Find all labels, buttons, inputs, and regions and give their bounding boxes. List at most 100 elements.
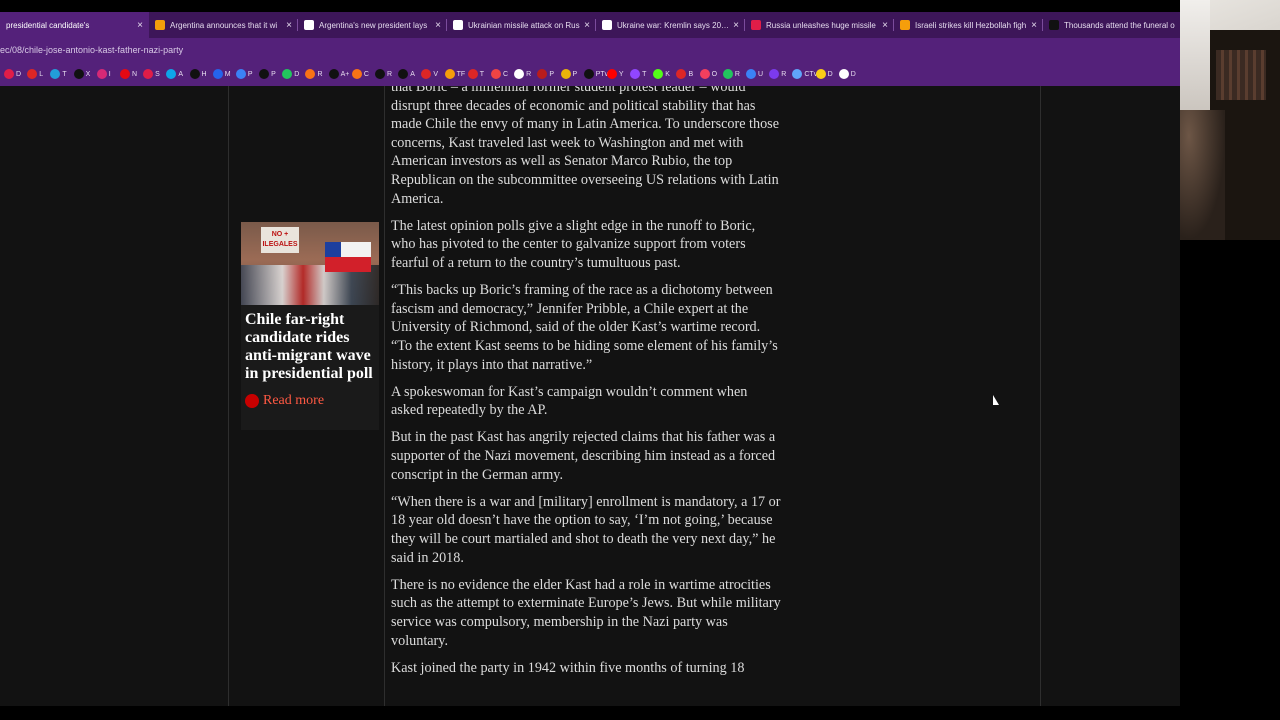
bookmark-label: O <box>711 70 718 78</box>
bookmark-item[interactable]: R <box>375 69 397 79</box>
browser-chrome: presidential candidate's × Argentina annou… <box>0 12 1231 86</box>
bookmark-favicon-icon <box>143 69 154 79</box>
read-more-link[interactable]: Read more <box>241 383 379 409</box>
tab-favicon-icon <box>602 20 612 30</box>
bookmark-item[interactable]: P <box>235 69 258 79</box>
bookmark-label: D <box>294 70 300 78</box>
browser-tab[interactable]: Israeli strikes kill Hezbollah figh × <box>894 12 1043 38</box>
tab-favicon-icon <box>900 20 910 30</box>
bookmark-item[interactable]: X <box>73 69 96 79</box>
bookmark-favicon-icon <box>189 69 200 79</box>
bookmark-item[interactable]: M <box>212 69 235 79</box>
left-column-rule <box>228 86 229 706</box>
bookmark-item[interactable]: R <box>722 69 745 79</box>
browser-tab[interactable]: presidential candidate's × <box>0 12 149 38</box>
article-paragraph: “When there is a war and [military] enro… <box>391 493 781 566</box>
bookmark-item[interactable]: D <box>4 69 26 79</box>
bookmark-favicon-icon <box>282 69 293 79</box>
bookmark-label: B <box>688 70 694 78</box>
bookmark-label: C <box>502 70 508 78</box>
bookmark-item[interactable]: CTv <box>792 69 817 79</box>
bookmark-favicon-icon <box>73 69 84 79</box>
bookmark-item[interactable]: D <box>838 69 861 79</box>
bookmark-label: R <box>734 70 740 78</box>
bookmark-favicon-icon <box>537 69 548 79</box>
bookmark-label: H <box>201 70 207 78</box>
bookmark-favicon-icon <box>328 69 339 79</box>
browser-tab[interactable]: Argentina announces that it wi × <box>149 12 298 38</box>
bookmark-favicon-icon <box>490 69 501 79</box>
bookmark-item[interactable]: D <box>282 69 304 79</box>
bookmark-item[interactable]: T <box>50 69 72 79</box>
bookmark-label: X <box>85 70 91 78</box>
bookmark-item[interactable]: C <box>351 69 374 79</box>
bookmark-item[interactable]: S <box>143 69 165 79</box>
bookmark-item[interactable]: A <box>398 69 420 79</box>
bookmark-item[interactable]: D <box>815 69 838 79</box>
bookmark-item[interactable]: T <box>467 69 490 79</box>
bookmark-favicon-icon <box>96 69 107 79</box>
bookmark-item[interactable]: L <box>27 69 49 79</box>
related-article-card[interactable]: NO + ILEGALES Chile far-right candidate … <box>241 222 379 430</box>
tab-close-icon[interactable]: × <box>882 20 888 31</box>
tab-close-icon[interactable]: × <box>435 20 441 31</box>
tab-close-icon[interactable]: × <box>286 20 292 31</box>
bookmark-item[interactable]: O <box>699 69 722 79</box>
bookmark-item[interactable]: Y <box>606 69 629 79</box>
bookmark-item[interactable]: U <box>746 69 768 79</box>
bookmark-item[interactable]: I <box>96 69 119 79</box>
bookmark-favicon-icon <box>815 69 826 79</box>
bookmark-item[interactable]: R <box>769 69 791 79</box>
browser-tab[interactable]: Argentina's new president lays × <box>298 12 447 38</box>
related-article-image[interactable]: NO + ILEGALES <box>241 222 379 305</box>
bookmark-item[interactable]: R <box>514 69 536 79</box>
bookmark-item[interactable]: C <box>490 69 513 79</box>
address-bar[interactable]: ec/08/chile-jose-antonio-kast-father-naz… <box>0 38 1180 62</box>
tab-title: Argentina's new president lays <box>319 20 428 30</box>
bookmark-label: U <box>758 70 764 78</box>
related-article-headline[interactable]: Chile far-right candidate rides anti-mig… <box>241 305 379 383</box>
bookmark-favicon-icon <box>4 69 14 79</box>
article-paragraph: There is no evidence the elder Kast had … <box>391 576 781 649</box>
bookmark-favicon-icon <box>375 69 385 79</box>
webcam-overlay <box>1180 0 1280 240</box>
bookmark-label: A+ <box>340 70 350 78</box>
tab-close-icon[interactable]: × <box>733 20 739 31</box>
bookmark-favicon-icon <box>119 69 130 79</box>
bookmark-label: A <box>410 70 415 78</box>
tab-title: presidential candidate's <box>6 20 90 30</box>
bookmark-item[interactable]: P <box>560 69 583 79</box>
tab-close-icon[interactable]: × <box>584 20 590 31</box>
bookmark-label: D <box>16 70 22 78</box>
bookmark-item[interactable]: R <box>305 69 327 79</box>
tab-close-icon[interactable]: × <box>1031 20 1037 31</box>
tab-close-icon[interactable]: × <box>137 20 143 31</box>
bookmark-favicon-icon <box>235 69 246 79</box>
bookmark-item[interactable]: N <box>119 69 142 79</box>
bookmark-item[interactable]: B <box>676 69 698 79</box>
bookmark-label: T <box>479 70 485 78</box>
bookmark-favicon-icon <box>630 69 641 79</box>
bookmark-item[interactable]: A+ <box>328 69 351 79</box>
browser-tab[interactable]: Russia unleashes huge missile × <box>745 12 894 38</box>
article-paragraph: A spokeswoman for Kast’s campaign wouldn… <box>391 383 748 419</box>
bookmark-label: N <box>131 70 137 78</box>
article-paragraph: But in the past Kast has angrily rejecte… <box>391 429 776 483</box>
browser-tab[interactable]: Thousands attend the funeral o× <box>1043 12 1192 38</box>
bookmark-item[interactable]: P <box>259 69 281 79</box>
bookmark-item[interactable]: A <box>166 69 188 79</box>
bookmark-item[interactable]: TF <box>444 69 467 79</box>
bookmark-label: R <box>317 70 323 78</box>
bookmark-item[interactable]: PTv <box>583 69 608 79</box>
bookmark-label: R <box>781 70 787 78</box>
bookmark-favicon-icon <box>166 69 177 79</box>
browser-tab[interactable]: Ukrainian missile attack on Rus × <box>447 12 596 38</box>
bookmark-favicon-icon <box>676 69 687 79</box>
tab-title: Ukraine war: Kremlin says 20 de <box>617 20 730 30</box>
bookmark-item[interactable]: H <box>189 69 212 79</box>
bookmark-item[interactable]: K <box>653 69 675 79</box>
bookmark-item[interactable]: T <box>630 69 652 79</box>
bookmark-item[interactable]: V <box>421 69 443 79</box>
bookmark-item[interactable]: P <box>537 69 559 79</box>
browser-tab[interactable]: Ukraine war: Kremlin says 20 de × <box>596 12 745 38</box>
